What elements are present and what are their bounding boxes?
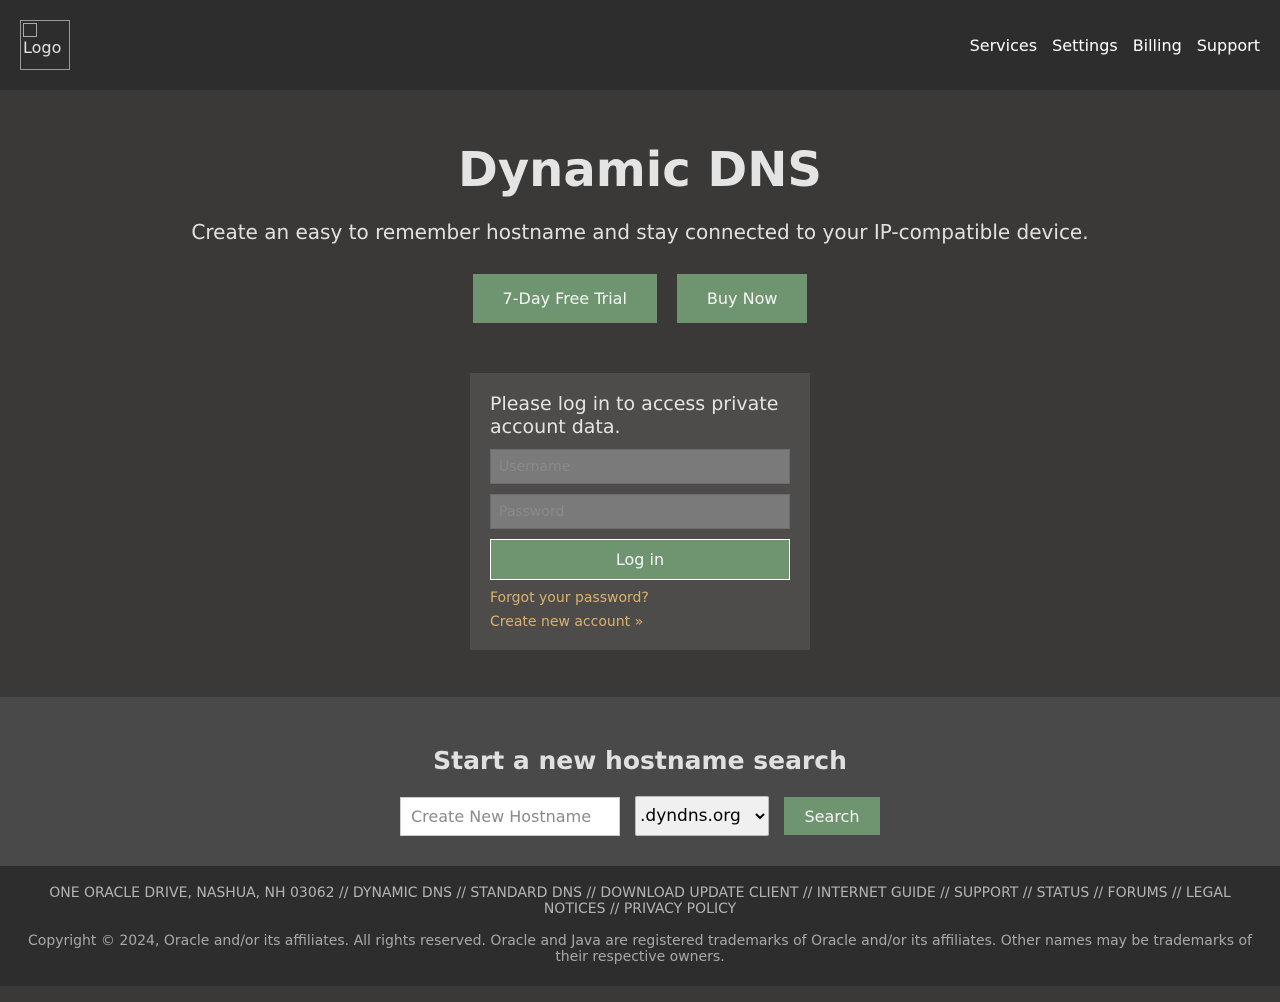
nav-settings[interactable]: Settings — [1052, 36, 1118, 55]
hostname-input[interactable] — [400, 796, 620, 836]
nav-billing[interactable]: Billing — [1133, 36, 1182, 55]
hostname-search-section: Start a new hostname search .dyndns.org … — [0, 697, 1280, 866]
buy-now-button[interactable]: Buy Now — [676, 274, 808, 323]
cta-buttons: 7-Day Free Trial Buy Now — [0, 274, 1280, 323]
create-account-link[interactable]: Create new account » — [490, 614, 790, 630]
footer-copyright: Copyright © 2024, Oracle and/or its affi… — [28, 933, 1252, 965]
main-nav: Services Settings Billing Support — [970, 36, 1260, 55]
broken-image-icon — [23, 23, 37, 37]
search-row: .dyndns.org Search — [0, 796, 1280, 836]
site-header: Logo Services Settings Billing Support — [0, 0, 1280, 90]
search-button[interactable]: Search — [784, 797, 880, 835]
nav-services[interactable]: Services — [970, 36, 1037, 55]
free-trial-button[interactable]: 7-Day Free Trial — [472, 274, 657, 323]
bottom-bar — [0, 986, 1280, 1002]
username-input[interactable] — [490, 449, 790, 484]
footer-links[interactable]: ONE ORACLE DRIVE, NASHUA, NH 03062 // DY… — [20, 885, 1260, 917]
logo[interactable]: Logo — [20, 20, 70, 70]
site-footer: ONE ORACLE DRIVE, NASHUA, NH 03062 // DY… — [0, 866, 1280, 986]
nav-support[interactable]: Support — [1197, 36, 1260, 55]
forgot-password-link[interactable]: Forgot your password? — [490, 590, 790, 606]
password-input[interactable] — [490, 494, 790, 529]
login-panel: Please log in to access private account … — [470, 373, 810, 650]
login-prompt: Please log in to access private account … — [490, 393, 779, 438]
login-button[interactable]: Log in — [490, 539, 790, 580]
search-title: Start a new hostname search — [433, 746, 847, 775]
hero-section: Dynamic DNS Create an easy to remember h… — [0, 90, 1280, 697]
page-title: Dynamic DNS — [458, 142, 822, 198]
hero-subtitle: Create an easy to remember hostname and … — [191, 220, 1089, 244]
logo-alt-text: Logo — [23, 38, 62, 57]
domain-select[interactable]: .dyndns.org — [635, 796, 769, 836]
